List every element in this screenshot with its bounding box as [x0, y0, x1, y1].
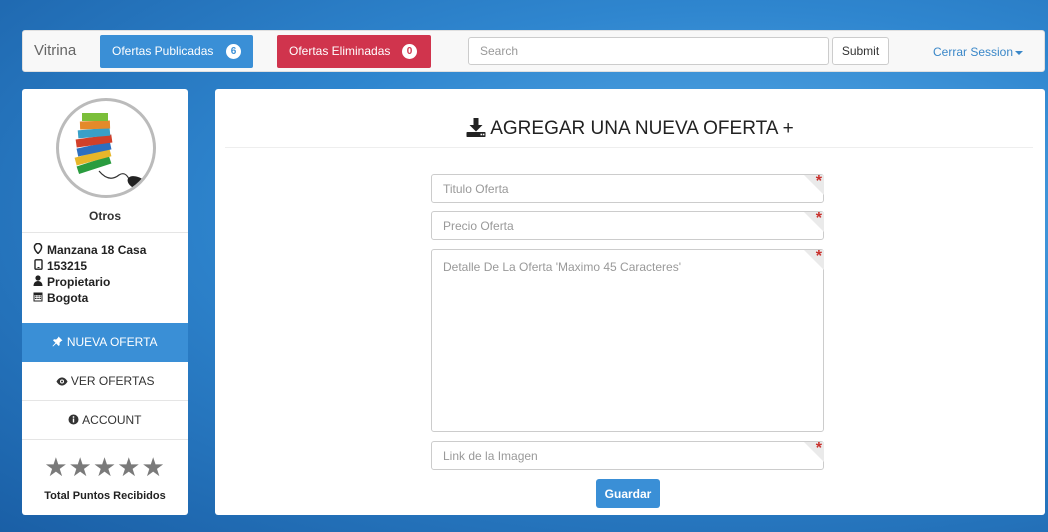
save-button[interactable]: Guardar: [596, 479, 660, 508]
new-offer-panel: AGREGAR UNA NUEVA OFERTA + * * * * Guard…: [215, 89, 1045, 515]
calendar-icon: [32, 291, 44, 305]
star-icon: ★: [92, 452, 118, 482]
divider: [225, 147, 1033, 148]
divider: [22, 232, 188, 233]
published-offers-button[interactable]: Ofertas Publicadas 6: [100, 35, 253, 68]
nueva-oferta-label: NUEVA OFERTA: [66, 335, 158, 349]
caret-down-icon: [1015, 50, 1024, 55]
info-city: Bogota: [32, 291, 88, 305]
user-icon: [32, 275, 44, 289]
sidebar-item-nueva-oferta[interactable]: NUEVA OFERTA: [22, 323, 188, 362]
download-icon: [466, 118, 486, 143]
info-icon: [68, 413, 82, 427]
search-submit-button[interactable]: Submit: [832, 37, 889, 65]
info-role: Propietario: [32, 275, 110, 289]
info-phone: 153215: [32, 259, 87, 273]
offer-title-input[interactable]: [431, 174, 824, 203]
offer-price-input[interactable]: [431, 211, 824, 240]
info-role-text: Propietario: [47, 275, 111, 289]
profile-username: Otros: [88, 209, 121, 223]
deleted-count-badge: 0: [402, 44, 417, 59]
books-mouse-icon: [74, 113, 147, 190]
page-title: AGREGAR UNA NUEVA OFERTA +: [215, 118, 1045, 143]
sidebar-item-ver-ofertas[interactable]: VER OFERTAS: [22, 362, 188, 401]
info-city-text: Bogota: [47, 291, 89, 305]
pushpin-icon: [52, 335, 66, 349]
search-input[interactable]: [468, 37, 829, 65]
account-label: ACCOUNT: [82, 413, 142, 427]
star-icon: ★: [68, 452, 93, 482]
top-navbar: Vitrina Ofertas Publicadas 6 Ofertas Eli…: [22, 30, 1045, 72]
sidebar-item-account[interactable]: ACCOUNT: [22, 401, 188, 440]
info-address: Manzana 18 Casa: [32, 242, 147, 257]
profile-sidebar: Otros Manzana 18 Casa 153215 Propietario…: [22, 89, 188, 515]
star-icon: ★: [117, 452, 142, 482]
star-icon: ★: [141, 452, 166, 482]
avatar: [56, 98, 156, 198]
deleted-offers-button[interactable]: Ofertas Eliminadas 0: [277, 35, 431, 68]
phone-icon: [32, 259, 44, 273]
eye-icon: [56, 374, 71, 388]
ver-ofertas-label: VER OFERTAS: [70, 374, 155, 388]
info-address-text: Manzana 18 Casa: [47, 243, 147, 257]
published-offers-label: Ofertas Publicadas: [112, 44, 214, 58]
star-icon: ★: [44, 452, 69, 482]
logout-label: Cerrar Session: [933, 45, 1014, 59]
deleted-offers-label: Ofertas Eliminadas: [289, 44, 391, 58]
logout-dropdown[interactable]: Cerrar Session: [933, 45, 1024, 59]
image-link-input[interactable]: [431, 441, 824, 470]
total-points-label: Total Puntos Recibidos: [44, 490, 166, 502]
offer-detail-textarea[interactable]: [431, 249, 824, 432]
page-title-text: AGREGAR UNA NUEVA OFERTA +: [490, 118, 794, 139]
rating-stars: ★★★★★: [22, 452, 188, 483]
brand-title[interactable]: Vitrina: [34, 42, 76, 59]
map-marker-icon: [32, 242, 44, 257]
info-phone-text: 153215: [47, 259, 88, 273]
published-count-badge: 6: [226, 44, 241, 59]
